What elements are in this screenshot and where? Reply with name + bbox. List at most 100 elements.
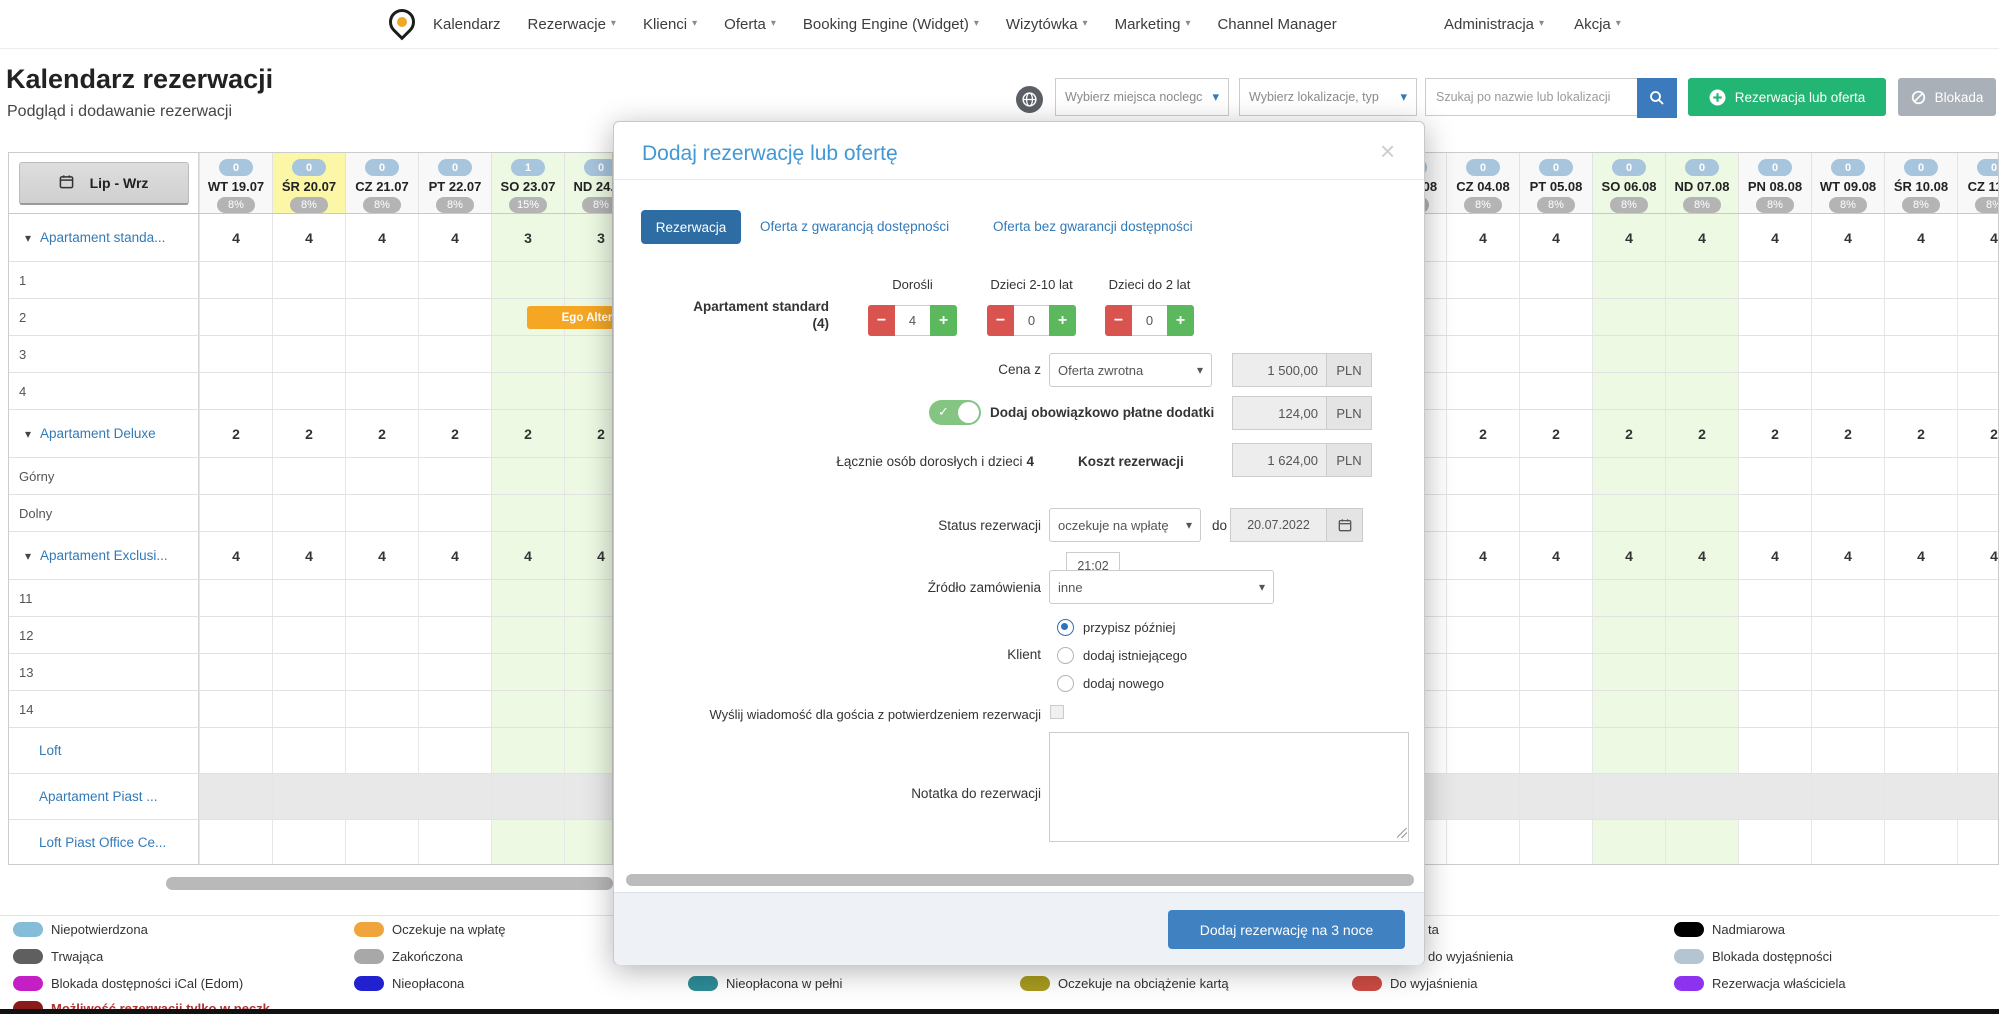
- calendar-cell[interactable]: [1884, 373, 1957, 409]
- note-textarea[interactable]: [1049, 732, 1409, 842]
- calendar-cell[interactable]: [345, 774, 418, 819]
- calendar-cell[interactable]: [418, 458, 491, 494]
- calendar-cell[interactable]: 4: [1811, 214, 1884, 261]
- calendar-cell[interactable]: 4: [564, 532, 613, 579]
- tab-oferta-bez-gwarancji[interactable]: Oferta bez gwarancji dostępności: [993, 219, 1193, 234]
- calendar-cell[interactable]: 4: [1592, 214, 1665, 261]
- calendar-cell[interactable]: [199, 336, 272, 372]
- calendar-cell[interactable]: [1592, 373, 1665, 409]
- calendar-cell[interactable]: [418, 820, 491, 865]
- calendar-cell[interactable]: [1665, 580, 1738, 616]
- calendar-cell[interactable]: 4: [1811, 532, 1884, 579]
- calendar-cell[interactable]: [1519, 691, 1592, 727]
- calendar-cell[interactable]: [1592, 820, 1665, 865]
- calendar-cell[interactable]: [199, 458, 272, 494]
- calendar-cell[interactable]: [1446, 617, 1519, 653]
- calendar-cell[interactable]: [345, 728, 418, 773]
- calendar-cell[interactable]: [564, 654, 613, 690]
- search-input[interactable]: [1425, 78, 1637, 116]
- calendar-cell[interactable]: [345, 820, 418, 865]
- calendar-cell[interactable]: [1446, 654, 1519, 690]
- calendar-cell[interactable]: 4: [1519, 532, 1592, 579]
- calendar-cell[interactable]: 4: [1884, 214, 1957, 261]
- search-button[interactable]: [1637, 78, 1677, 118]
- calendar-cell[interactable]: [1519, 728, 1592, 773]
- calendar-cell[interactable]: [272, 691, 345, 727]
- calendar-cell[interactable]: [1425, 691, 1446, 727]
- calendar-cell[interactable]: [199, 262, 272, 298]
- calendar-cell[interactable]: 3: [491, 214, 564, 261]
- submit-reservation-button[interactable]: Dodaj rezerwację na 3 noce: [1168, 910, 1405, 949]
- calendar-cell[interactable]: [418, 654, 491, 690]
- calendar-cell[interactable]: 4: [272, 532, 345, 579]
- calendar-cell[interactable]: [564, 691, 613, 727]
- calendar-cell[interactable]: 4: [1425, 532, 1446, 579]
- date-range-button[interactable]: Lip - Wrz: [19, 162, 189, 205]
- calendar-cell[interactable]: [1811, 336, 1884, 372]
- calendar-cell[interactable]: [564, 458, 613, 494]
- nav-item-klienci[interactable]: Klienci▾: [643, 16, 697, 33]
- calendar-cell[interactable]: [491, 495, 564, 531]
- client-option-dodaj-nowego[interactable]: dodaj nowego: [1057, 675, 1164, 692]
- calendar-cell[interactable]: 4: [418, 532, 491, 579]
- calendar-cell[interactable]: 2: [1425, 410, 1446, 457]
- calendar-cell[interactable]: [272, 728, 345, 773]
- calendar-cell[interactable]: 3: [564, 214, 613, 261]
- calendar-cell[interactable]: [418, 691, 491, 727]
- calendar-cell[interactable]: [1446, 299, 1519, 335]
- location-type-select[interactable]: Wybierz lokalizacje, typ ▾: [1239, 78, 1417, 116]
- calendar-cell[interactable]: [1884, 336, 1957, 372]
- day-header-wt-19-07[interactable]: 0WT 19.078%: [199, 153, 272, 213]
- calendar-cell[interactable]: [1738, 654, 1811, 690]
- day-header-śr-03-08[interactable]: 0ŚR 03.088%: [1425, 153, 1446, 213]
- room-link-apartament-piast[interactable]: Apartament Piast ...: [9, 789, 158, 804]
- adults-count-input[interactable]: [895, 305, 930, 336]
- calendar-cell[interactable]: [1884, 617, 1957, 653]
- calendar-cell[interactable]: [1738, 691, 1811, 727]
- minus-button[interactable]: −: [868, 305, 895, 336]
- calendar-cell[interactable]: [1446, 580, 1519, 616]
- calendar-cell[interactable]: [491, 336, 564, 372]
- client-option-przypisz-pozniej[interactable]: przypisz później: [1057, 619, 1176, 636]
- calendar-cell[interactable]: [1738, 820, 1811, 865]
- calendar-cell[interactable]: [491, 820, 564, 865]
- calendar-cell[interactable]: [564, 262, 613, 298]
- day-header-wt-09-08[interactable]: 0WT 09.088%: [1811, 153, 1884, 213]
- calendar-cell[interactable]: [272, 299, 345, 335]
- calendar-cell[interactable]: [1811, 691, 1884, 727]
- calendar-cell[interactable]: 4: [1957, 532, 1999, 579]
- calendar-cell[interactable]: [491, 580, 564, 616]
- calendar-cell[interactable]: [564, 728, 613, 773]
- calendar-cell[interactable]: [1738, 299, 1811, 335]
- offer-type-select[interactable]: Oferta zwrotna▾: [1049, 353, 1212, 387]
- day-header-so-23-07[interactable]: 1SO 23.0715%: [491, 153, 564, 213]
- calendar-cell[interactable]: [1738, 458, 1811, 494]
- calendar-cell[interactable]: [1957, 495, 1999, 531]
- calendar-cell[interactable]: [418, 336, 491, 372]
- calendar-cell[interactable]: [272, 373, 345, 409]
- calendar-cell[interactable]: [491, 617, 564, 653]
- calendar-cell[interactable]: [564, 580, 613, 616]
- property-select[interactable]: Wybierz miejsca noclegc ▾: [1055, 78, 1229, 116]
- calendar-cell[interactable]: [1811, 654, 1884, 690]
- day-header-cz-21-07[interactable]: 0CZ 21.078%: [345, 153, 418, 213]
- nav-item-marketing[interactable]: Marketing▾: [1115, 16, 1191, 33]
- calendar-cell[interactable]: [418, 373, 491, 409]
- calendar-cell[interactable]: [1957, 774, 1999, 819]
- calendar-cell[interactable]: [345, 495, 418, 531]
- calendar-cell[interactable]: 2: [491, 410, 564, 457]
- calendar-cell[interactable]: 4: [1884, 532, 1957, 579]
- calendar-cell[interactable]: [564, 820, 613, 865]
- calendar-cell[interactable]: [1738, 262, 1811, 298]
- calendar-cell[interactable]: 2: [1592, 410, 1665, 457]
- calendar-cell[interactable]: [1665, 691, 1738, 727]
- calendar-cell[interactable]: [1519, 774, 1592, 819]
- calendar-cell[interactable]: [199, 373, 272, 409]
- calendar-cell[interactable]: [418, 728, 491, 773]
- calendar-cell[interactable]: [1592, 774, 1665, 819]
- calendar-cell[interactable]: [1665, 336, 1738, 372]
- calendar-cell[interactable]: [345, 336, 418, 372]
- calendar-cell[interactable]: [199, 495, 272, 531]
- day-header-śr-20-07[interactable]: 0ŚR 20.078%: [272, 153, 345, 213]
- calendar-cell[interactable]: [564, 495, 613, 531]
